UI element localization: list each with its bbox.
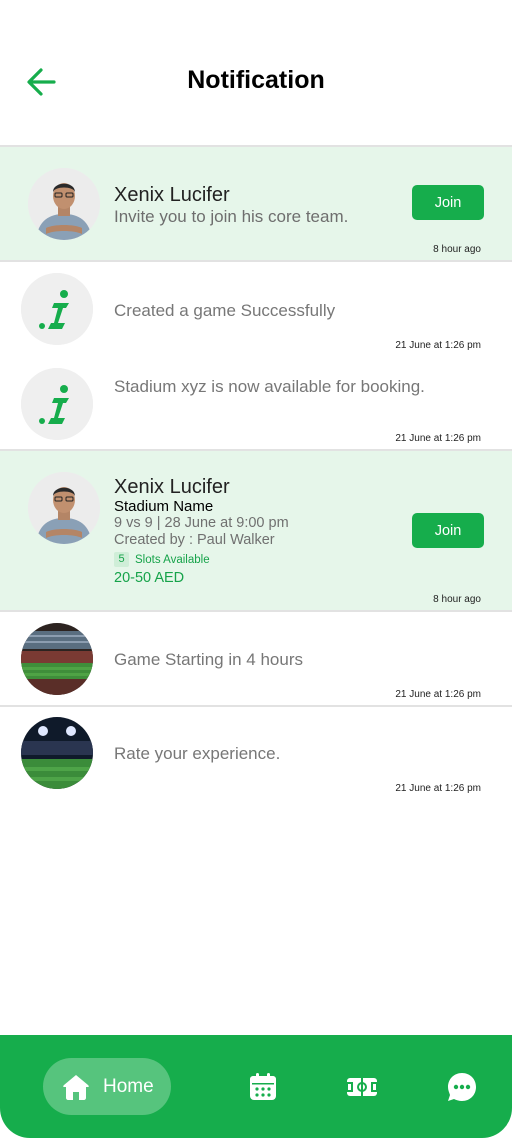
- slots-label: Slots Available: [135, 553, 210, 566]
- bottom-navbar: Home: [0, 1035, 512, 1138]
- avatar: [28, 472, 100, 544]
- notification-created[interactable]: Created a game Successfully 21 June at 1…: [0, 262, 512, 356]
- timestamp: 21 June at 1:26 pm: [395, 340, 481, 351]
- created-by: Created by : Paul Walker: [114, 532, 275, 548]
- notification-message: Created a game Successfully: [114, 301, 336, 320]
- app-logo-icon: [21, 273, 93, 345]
- timestamp: 8 hour ago: [433, 594, 481, 605]
- home-icon: [61, 1072, 91, 1102]
- timestamp: 21 June at 1:26 pm: [395, 783, 481, 794]
- notification-game-invite[interactable]: Xenix Lucifer Stadium Name 9 vs 9 | 28 J…: [0, 451, 512, 610]
- stadium-image: [21, 623, 93, 695]
- notification-stadium-available[interactable]: Stadium xyz is now available for booking…: [0, 356, 512, 449]
- notification-rate-experience[interactable]: Rate your experience. 21 June at 1:26 pm: [0, 707, 512, 800]
- sender-name: Xenix Lucifer: [114, 476, 230, 498]
- sender-name: Xenix Lucifer: [114, 184, 230, 206]
- calendar-icon[interactable]: [247, 1071, 279, 1103]
- nav-home-label: Home: [103, 1075, 154, 1097]
- slots-info: 5 Slots Available: [114, 552, 210, 567]
- timestamp: 21 June at 1:26 pm: [395, 689, 481, 700]
- notification-message: Game Starting in 4 hours: [114, 650, 303, 669]
- timestamp: 8 hour ago: [433, 244, 481, 255]
- avatar: [28, 168, 100, 240]
- notification-invite[interactable]: Xenix Lucifer Invite you to join his cor…: [0, 147, 512, 260]
- slots-count: 5: [114, 552, 129, 567]
- timestamp: 21 June at 1:26 pm: [395, 433, 481, 444]
- match-details: 9 vs 9 | 28 June at 9:00 pm: [114, 515, 289, 531]
- notification-message: Rate your experience.: [114, 744, 281, 763]
- stadium-name: Stadium Name: [114, 498, 214, 515]
- join-button[interactable]: Join: [412, 513, 484, 548]
- notification-message: Invite you to join his core team.: [114, 207, 349, 226]
- chat-icon[interactable]: [446, 1071, 478, 1103]
- notification-message: Stadium xyz is now available for booking…: [114, 377, 425, 396]
- join-button[interactable]: Join: [412, 185, 484, 220]
- stadium-field-icon[interactable]: [346, 1071, 378, 1103]
- app-logo-icon: [21, 368, 93, 440]
- header: Notification: [0, 0, 512, 146]
- notification-game-starting[interactable]: Game Starting in 4 hours 21 June at 1:26…: [0, 612, 512, 705]
- nav-home-button[interactable]: Home: [43, 1058, 171, 1115]
- page-title: Notification: [187, 66, 325, 94]
- price-range: 20-50 AED: [114, 570, 185, 586]
- stadium-image: [21, 717, 93, 789]
